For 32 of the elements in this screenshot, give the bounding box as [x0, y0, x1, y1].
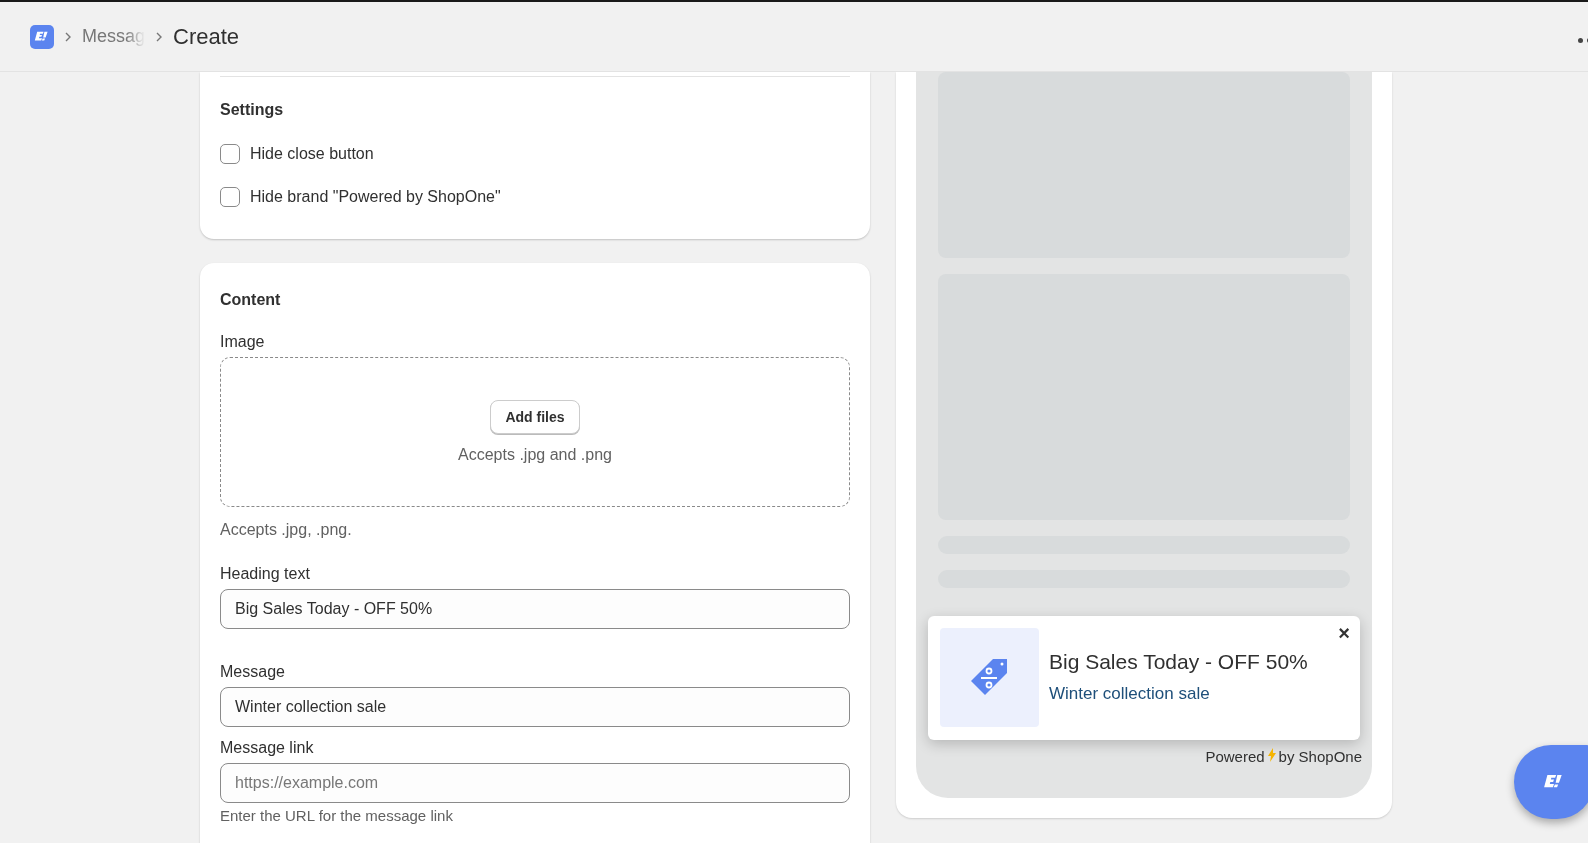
help-text: Enter the URL for the message link: [220, 807, 454, 824]
add-files-button[interactable]: Add files: [490, 400, 580, 434]
chevron-icon: [155, 30, 164, 43]
app-logo[interactable]: [30, 24, 54, 49]
section-title: Content: [220, 291, 282, 309]
checkbox-label: Hide close button: [250, 145, 374, 163]
field-label: Image: [220, 333, 266, 351]
field-label: Message link: [220, 739, 315, 757]
upload-dropzone[interactable]: Add files Accepts .jpg and .png: [220, 357, 850, 507]
lightning-icon: [1267, 748, 1276, 762]
notification-heading: Big Sales Today - OFF 50%: [1049, 650, 1308, 674]
chat-launcher-button[interactable]: [1514, 745, 1588, 819]
notification-message[interactable]: Winter collection sale: [1049, 684, 1308, 704]
field-label: Message: [220, 663, 286, 681]
logo-icon: [34, 30, 50, 43]
checkbox-label: Hide brand "Powered by ShopOne": [250, 188, 501, 206]
field-label: Heading text: [220, 565, 311, 583]
help-text: Accepts .jpg, .png.: [220, 521, 353, 539]
brand-text: by ShopOne: [1278, 748, 1362, 765]
input-field[interactable]: Winter collection sale: [220, 687, 850, 727]
checkbox[interactable]: [220, 187, 240, 207]
dropzone-hint: Accepts .jpg and .png: [458, 446, 612, 464]
section-title: Settings: [220, 101, 285, 119]
input-field[interactable]: Big Sales Today - OFF 50%: [220, 589, 850, 629]
chevron-icon: [64, 30, 72, 43]
checkbox[interactable]: [220, 144, 240, 164]
input-field[interactable]: https://example.com: [220, 763, 850, 803]
breadcrumb-item: Create: [173, 23, 240, 50]
breadcrumb-item[interactable]: Messag: [82, 26, 146, 47]
logo-icon: [1543, 774, 1565, 790]
close-button[interactable]: ×: [1338, 622, 1350, 645]
powered-text: Powered: [1205, 748, 1265, 765]
